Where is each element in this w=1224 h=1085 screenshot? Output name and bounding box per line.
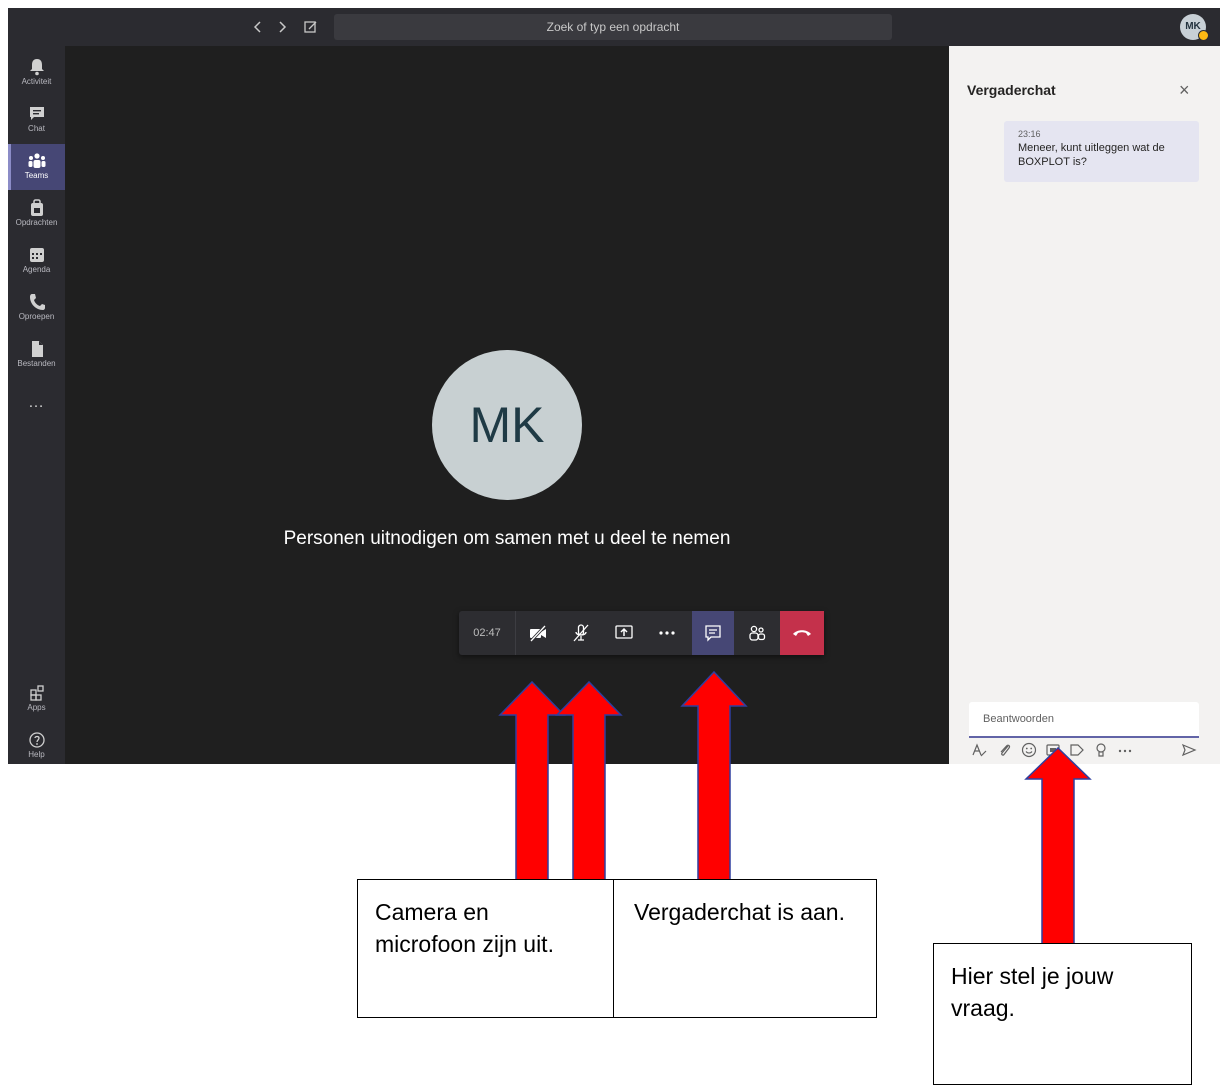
callout-ask-question: Hier stel je jouw vraag. <box>933 943 1192 1085</box>
callout-chat-on: Vergaderchat is aan. <box>613 879 877 1018</box>
callout-text: Hier stel je jouw vraag. <box>951 963 1114 1021</box>
arrow-microphone <box>555 680 623 881</box>
callout-camera-microphone: Camera en microfoon zijn uit. <box>357 879 616 1018</box>
arrow-reply <box>1024 746 1092 945</box>
arrow-camera <box>498 680 566 881</box>
callout-text: Vergaderchat is aan. <box>634 899 845 925</box>
callout-text: Camera en microfoon zijn uit. <box>375 899 554 957</box>
arrow-chat <box>680 670 748 881</box>
